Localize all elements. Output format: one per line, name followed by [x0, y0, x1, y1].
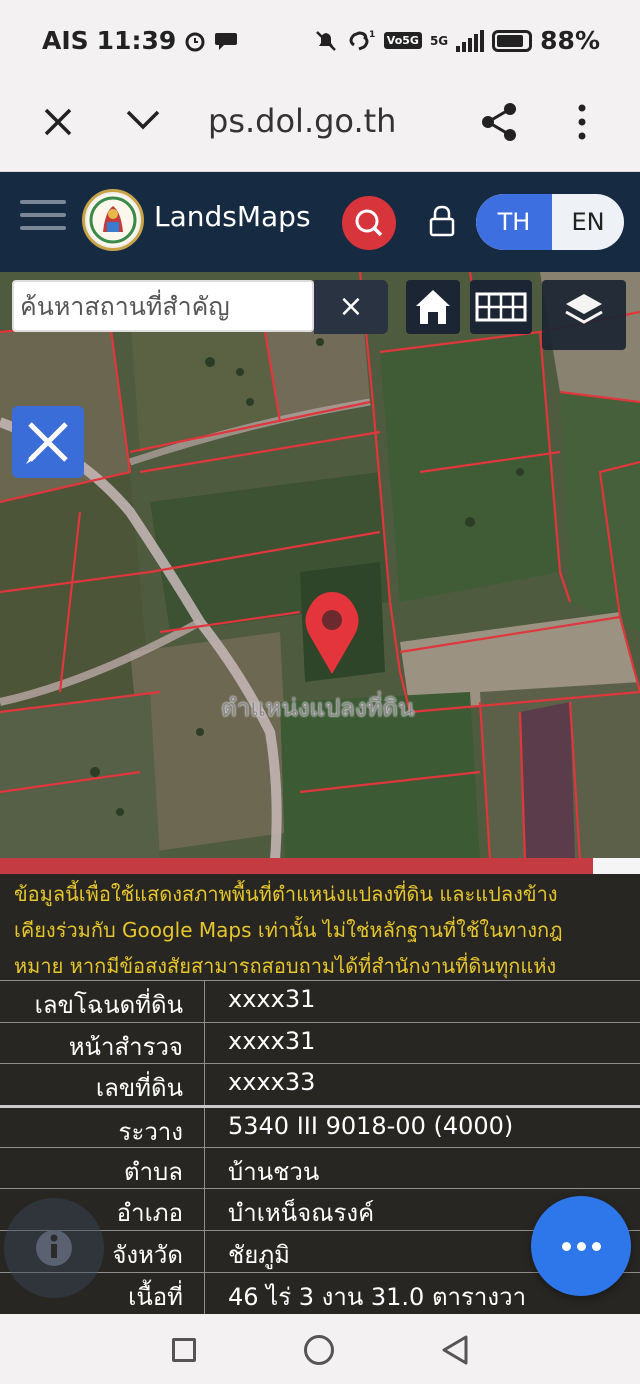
- browser-toolbar: ps.dol.go.th: [0, 82, 640, 172]
- seal-icon: [87, 194, 139, 246]
- place-search-input[interactable]: [14, 282, 312, 330]
- lang-th-button[interactable]: TH: [476, 194, 552, 250]
- alarm-icon: [185, 32, 205, 51]
- home-nav-icon[interactable]: [304, 1335, 334, 1365]
- disclaimer-line-3: หมาย หากมีข้อสงสัยสามารถสอบถามได้ที่สำนั…: [14, 954, 557, 978]
- signal-icon: [456, 29, 485, 52]
- map-progress-bar: [0, 858, 640, 874]
- disclaimer-line-1: ข้อมูลนี้เพื่อใช้แสดงสภาพพื้นที่ตำแหน่งแ…: [14, 882, 558, 906]
- more-vert-icon[interactable]: [570, 100, 594, 144]
- parcel-pin-icon[interactable]: [300, 590, 364, 676]
- more-horiz-icon-dot: [562, 1242, 571, 1251]
- detail-value: บำเหน็จณรงค์: [228, 1199, 375, 1228]
- map-terrain: [0, 272, 640, 860]
- info-button[interactable]: [4, 1198, 104, 1298]
- detail-value: บ้านชวน: [228, 1157, 320, 1186]
- back-icon[interactable]: [440, 1334, 470, 1366]
- carrier-label: AIS: [42, 26, 89, 55]
- draw-tool-button[interactable]: [12, 406, 84, 478]
- detail-key: ตำบล: [123, 1157, 183, 1186]
- language-toggle: TH EN: [476, 194, 624, 250]
- home-button[interactable]: [406, 280, 460, 334]
- layers-icon: [565, 294, 603, 324]
- close-icon[interactable]: [38, 102, 78, 142]
- battery-icon: [492, 29, 533, 52]
- detail-value: xxxx31: [228, 1026, 316, 1055]
- detail-value: ชัยภูมิ: [228, 1241, 290, 1270]
- more-options-fab[interactable]: [531, 1196, 631, 1296]
- system-nav-bar: [0, 1314, 640, 1384]
- detail-row-map-sheet: ระวาง 5340 III 9018-00 (4000): [0, 1105, 640, 1147]
- status-bar: AIS 11:39 1 Vo5G 5G 88%: [0, 0, 640, 82]
- progress-fill: [0, 858, 593, 874]
- url-text[interactable]: ps.dol.go.th: [208, 102, 396, 140]
- mute-icon: [315, 30, 336, 51]
- brand-title: LandsMaps: [154, 200, 311, 233]
- search-button[interactable]: [342, 196, 396, 250]
- more-horiz-icon-dot: [577, 1242, 586, 1251]
- info-icon: [36, 1230, 72, 1266]
- detail-value: 5340 III 9018-00 (4000): [228, 1112, 514, 1141]
- home-icon: [416, 290, 450, 324]
- link-icon: 1: [349, 30, 375, 50]
- detail-value: xxxx33: [228, 1068, 316, 1097]
- battery-level: 88%: [540, 26, 600, 55]
- detail-row-deed-number: เลขโฉนดที่ดิน xxxx31: [0, 980, 640, 1022]
- layers-button[interactable]: [542, 280, 626, 350]
- grid-toggle-button[interactable]: [470, 280, 532, 334]
- more-horiz-icon-dot: [592, 1242, 601, 1251]
- screen: AIS 11:39 1 Vo5G 5G 88% ps.dol.go.th Lan…: [0, 0, 640, 1384]
- detail-value: 46 ไร่ 3 งาน 31.0 ตารางวา: [228, 1282, 527, 1311]
- disclaimer-line-2: เคียงร่วมกับ Google Maps เท่านั้น ไม่ใช่…: [14, 918, 563, 942]
- chat-icon: [215, 32, 238, 50]
- status-right: 1 Vo5G 5G 88%: [314, 26, 600, 55]
- lang-en-button[interactable]: EN: [552, 194, 624, 250]
- place-search-field[interactable]: [12, 280, 314, 332]
- chevron-down-icon[interactable]: [118, 100, 168, 140]
- detail-key: เลขที่ดิน: [95, 1074, 183, 1103]
- detail-row-subdistrict: ตำบล บ้านชวน: [0, 1146, 640, 1189]
- lock-icon[interactable]: [428, 204, 456, 238]
- network-type: 5G: [429, 33, 449, 48]
- grid-icon: [475, 292, 527, 322]
- search-icon: [355, 209, 383, 237]
- detail-key: เลขโฉนดที่ดิน: [34, 991, 183, 1019]
- ruler-pencil-icon: [26, 422, 68, 464]
- satellite-map[interactable]: × ตำแหน่งแปลงที่ดิน: [0, 272, 640, 860]
- detail-row-survey-page: หน้าสำรวจ xxxx31: [0, 1021, 640, 1064]
- hamburger-menu-icon[interactable]: [20, 200, 66, 240]
- clear-search-button[interactable]: ×: [314, 280, 388, 334]
- volte-badge: Vo5G: [383, 32, 422, 49]
- detail-key: ระวาง: [118, 1118, 183, 1147]
- clock: 11:39: [96, 26, 177, 55]
- detail-value: xxxx31: [228, 985, 316, 1013]
- status-left: AIS 11:39: [42, 26, 238, 55]
- recents-icon[interactable]: [172, 1338, 196, 1362]
- detail-key: หน้าสำรวจ: [68, 1032, 183, 1061]
- disclaimer-text: ข้อมูลนี้เพื่อใช้แสดงสภาพพื้นที่ตำแหน่งแ…: [14, 876, 634, 984]
- app-header: LandsMaps TH EN: [0, 172, 640, 272]
- detail-row-land-number: เลขที่ดิน xxxx33: [0, 1063, 640, 1106]
- department-logo: [82, 189, 144, 251]
- parcel-location-label: ตำแหน่งแปลงที่ดิน: [221, 694, 415, 722]
- svg-text:1: 1: [369, 30, 375, 40]
- share-icon[interactable]: [478, 100, 522, 144]
